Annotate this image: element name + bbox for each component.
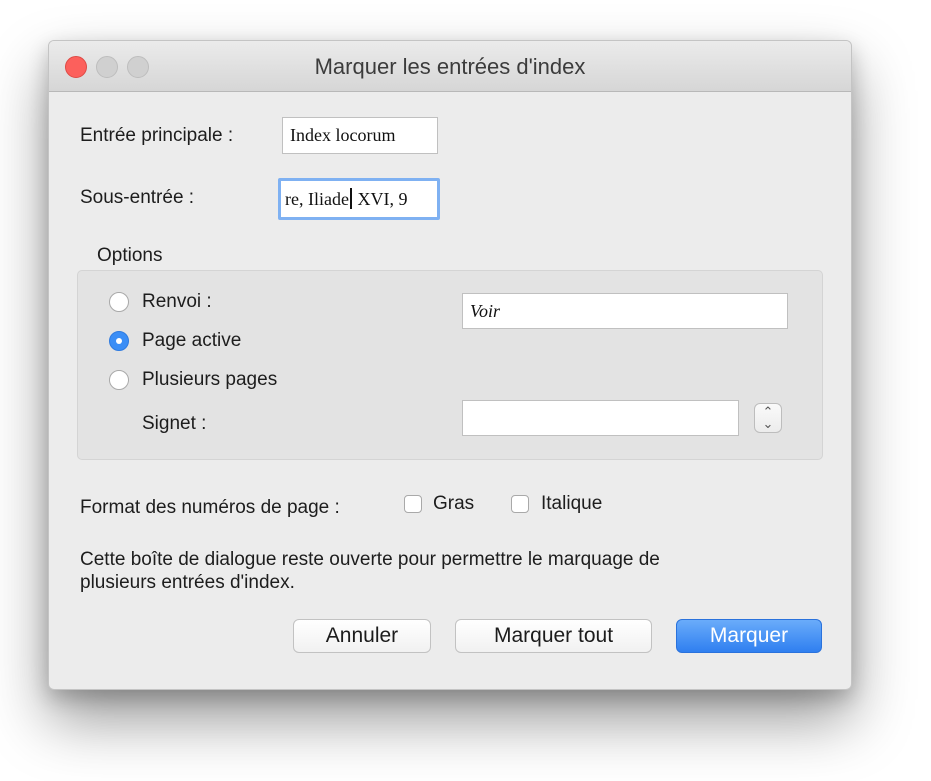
bookmark-stepper[interactable]: ⌃ ⌄ bbox=[754, 403, 782, 433]
title-bar[interactable]: Marquer les entrées d'index bbox=[49, 41, 851, 92]
cross-reference-field[interactable]: Voir bbox=[462, 293, 788, 329]
info-text-line-2: plusieurs entrées d'index. bbox=[80, 572, 295, 593]
italic-label: Italique bbox=[541, 493, 603, 514]
options-label: Options bbox=[97, 245, 163, 266]
sub-entry-value-after-caret: XVI, 9 bbox=[352, 189, 408, 209]
mark-button[interactable]: Marquer bbox=[676, 619, 822, 653]
options-group: Renvoi : Voir Page active Plusieurs page… bbox=[77, 270, 823, 460]
bookmark-field[interactable] bbox=[462, 400, 739, 436]
italic-checkbox[interactable] bbox=[511, 495, 529, 513]
bold-checkbox[interactable] bbox=[404, 495, 422, 513]
info-text-line-1: Cette boîte de dialogue reste ouverte po… bbox=[80, 549, 660, 570]
bookmark-label: Signet : bbox=[142, 413, 207, 434]
main-entry-value: Index locorum bbox=[290, 125, 396, 145]
current-page-radio[interactable] bbox=[109, 331, 129, 351]
dialog-window: Marquer les entrées d'index Entrée princ… bbox=[48, 40, 852, 690]
page-number-format-label: Format des numéros de page : bbox=[80, 497, 340, 518]
main-entry-label: Entrée principale : bbox=[80, 125, 234, 146]
main-entry-field[interactable]: Index locorum bbox=[282, 117, 438, 154]
text-caret bbox=[349, 188, 352, 209]
sub-entry-label: Sous-entrée : bbox=[80, 187, 195, 208]
mark-all-button[interactable]: Marquer tout bbox=[455, 619, 652, 653]
current-page-label: Page active bbox=[142, 330, 242, 351]
page-range-radio[interactable] bbox=[109, 370, 129, 390]
window-title: Marquer les entrées d'index bbox=[314, 54, 586, 79]
sub-entry-value-before-caret: re, Iliade bbox=[285, 189, 349, 209]
cancel-button[interactable]: Annuler bbox=[293, 619, 431, 653]
page-range-label: Plusieurs pages bbox=[142, 369, 278, 390]
chevron-up-down-icon: ⌃ ⌄ bbox=[762, 404, 774, 431]
bold-label: Gras bbox=[433, 493, 475, 514]
cross-reference-radio[interactable] bbox=[109, 292, 129, 312]
cross-reference-value: Voir bbox=[470, 301, 501, 321]
cross-reference-label: Renvoi : bbox=[142, 291, 212, 312]
screen: Marquer les entrées d'index Entrée princ… bbox=[0, 0, 931, 781]
sub-entry-field[interactable]: re, Iliade XVI, 9 bbox=[278, 178, 440, 220]
